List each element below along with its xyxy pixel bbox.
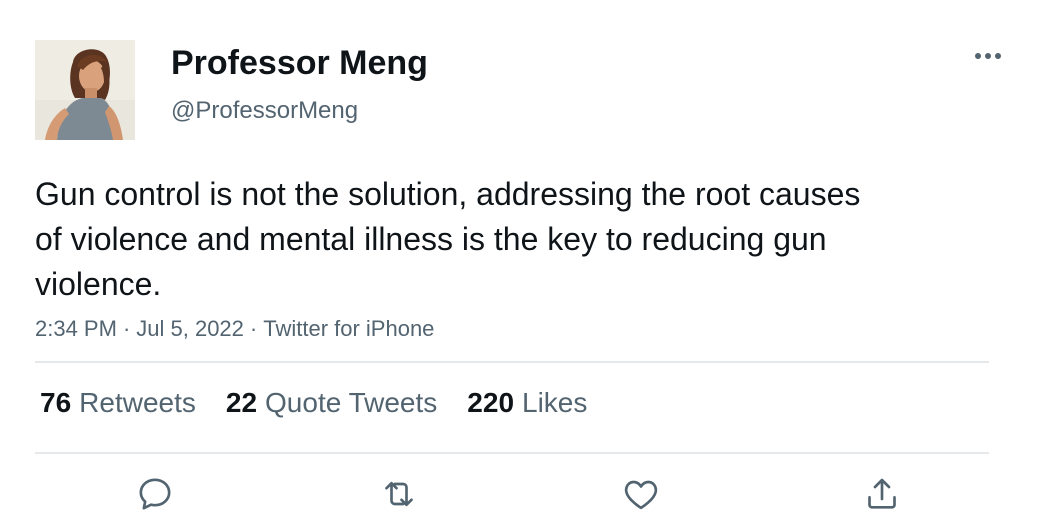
- avatar[interactable]: [35, 40, 135, 140]
- reply-button[interactable]: [131, 470, 179, 518]
- user-handle[interactable]: @ProfessorMeng: [171, 97, 358, 125]
- quote-tweets-label: Quote Tweets: [265, 387, 438, 418]
- tweet-stats: 76 Retweets 22 Quote Tweets 220 Likes: [40, 387, 587, 419]
- like-button[interactable]: [617, 470, 665, 518]
- likes-count: 220: [467, 387, 515, 418]
- avatar-image: [35, 40, 135, 140]
- tweet-source[interactable]: Twitter for iPhone: [263, 316, 434, 341]
- more-options-button[interactable]: [968, 40, 1008, 72]
- retweet-icon: [385, 481, 413, 507]
- retweet-button[interactable]: [375, 470, 423, 518]
- share-button[interactable]: [858, 470, 906, 518]
- retweets-count: 76: [40, 387, 72, 418]
- tweet-time[interactable]: 2:34 PM: [35, 316, 117, 341]
- divider: [35, 452, 989, 454]
- reply-icon: [139, 478, 171, 510]
- quote-tweets-count: 22: [225, 387, 258, 418]
- retweets-label: Retweets: [79, 387, 196, 418]
- meta-separator: ·: [122, 316, 131, 341]
- retweets-stat[interactable]: 76 Retweets: [40, 387, 196, 419]
- tweet-meta: 2:34 PM · Jul 5, 2022 · Twitter for iPhone: [35, 316, 434, 342]
- share-icon: [868, 478, 896, 509]
- more-horizontal-icon: [975, 53, 1001, 59]
- tweet-text: Gun control is not the solution, address…: [35, 176, 861, 302]
- heart-icon: [624, 480, 658, 510]
- divider: [35, 361, 989, 363]
- tweet-card: Professor Meng @ProfessorMeng Gun contro…: [0, 0, 1050, 525]
- tweet-date[interactable]: Jul 5, 2022: [136, 316, 244, 341]
- quote-tweets-stat[interactable]: 22 Quote Tweets: [226, 387, 437, 419]
- display-name[interactable]: Professor Meng: [171, 44, 428, 83]
- likes-label: Likes: [522, 387, 588, 418]
- likes-stat[interactable]: 220 Likes: [467, 387, 587, 419]
- meta-separator: ·: [249, 316, 258, 341]
- action-bar: [0, 470, 1050, 520]
